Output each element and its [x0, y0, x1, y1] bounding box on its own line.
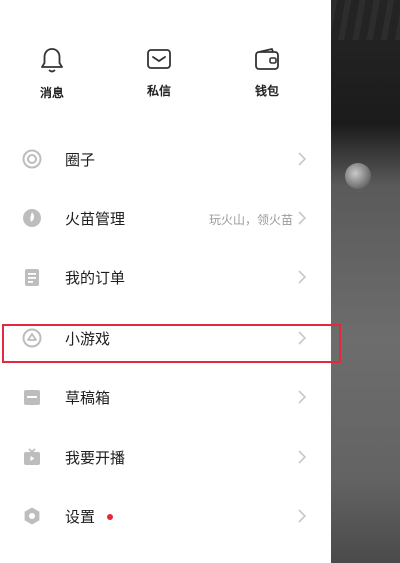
- menu-item-label: 火苗管理: [65, 210, 126, 228]
- chevron-right-icon: [298, 152, 306, 166]
- flame-icon: [23, 209, 41, 227]
- notification-dot: [107, 514, 113, 520]
- menu-item-label: 我要开播: [65, 449, 126, 467]
- order-icon: [25, 269, 39, 286]
- menu-item-circle[interactable]: 圈子: [0, 131, 331, 189]
- side-drawer: 消息 私信 钱包 圈子 火苗管理 玩火山，领火苗 我的订单 小游戏 草稿箱 我要…: [0, 0, 331, 563]
- menu-item-label: 我的订单: [65, 269, 126, 287]
- mail-icon: [147, 49, 171, 69]
- menu-item-label: 圈子: [65, 151, 96, 169]
- wallet-icon: [255, 48, 279, 70]
- direct-messages-button[interactable]: 私信: [129, 46, 189, 99]
- quick-actions: 消息 私信 钱包: [0, 46, 331, 106]
- drafts-icon: [24, 390, 40, 405]
- chevron-right-icon: [298, 450, 306, 464]
- menu-item-go-live[interactable]: 我要开播: [0, 429, 331, 487]
- menu-item-flame[interactable]: 火苗管理 玩火山，领火苗: [0, 190, 331, 248]
- chevron-right-icon: [298, 509, 306, 523]
- background-video-strip: [331, 0, 400, 40]
- flame-hint: 玩火山，领火苗: [208, 213, 293, 227]
- avatar: [345, 163, 371, 189]
- bell-icon: [41, 48, 63, 73]
- messages-button[interactable]: 消息: [22, 46, 82, 101]
- circle-icon: [22, 149, 42, 169]
- background-content-overlay[interactable]: [331, 0, 400, 563]
- settings-icon: [24, 507, 40, 525]
- chevron-right-icon: [298, 211, 306, 225]
- wallet-button[interactable]: 钱包: [237, 46, 297, 99]
- wallet-label: 钱包: [254, 84, 279, 98]
- menu-item-drafts[interactable]: 草稿箱: [0, 369, 331, 427]
- menu-item-settings[interactable]: 设置: [0, 488, 331, 546]
- direct-messages-label: 私信: [146, 84, 171, 98]
- menu-item-label: 草稿箱: [65, 389, 111, 407]
- messages-label: 消息: [39, 86, 64, 100]
- menu-item-label: 设置: [65, 508, 96, 526]
- highlight-box: [2, 324, 341, 363]
- menu-item-orders[interactable]: 我的订单: [0, 249, 331, 307]
- chevron-right-icon: [298, 390, 306, 404]
- broadcast-icon: [24, 448, 40, 465]
- chevron-right-icon: [298, 270, 306, 284]
